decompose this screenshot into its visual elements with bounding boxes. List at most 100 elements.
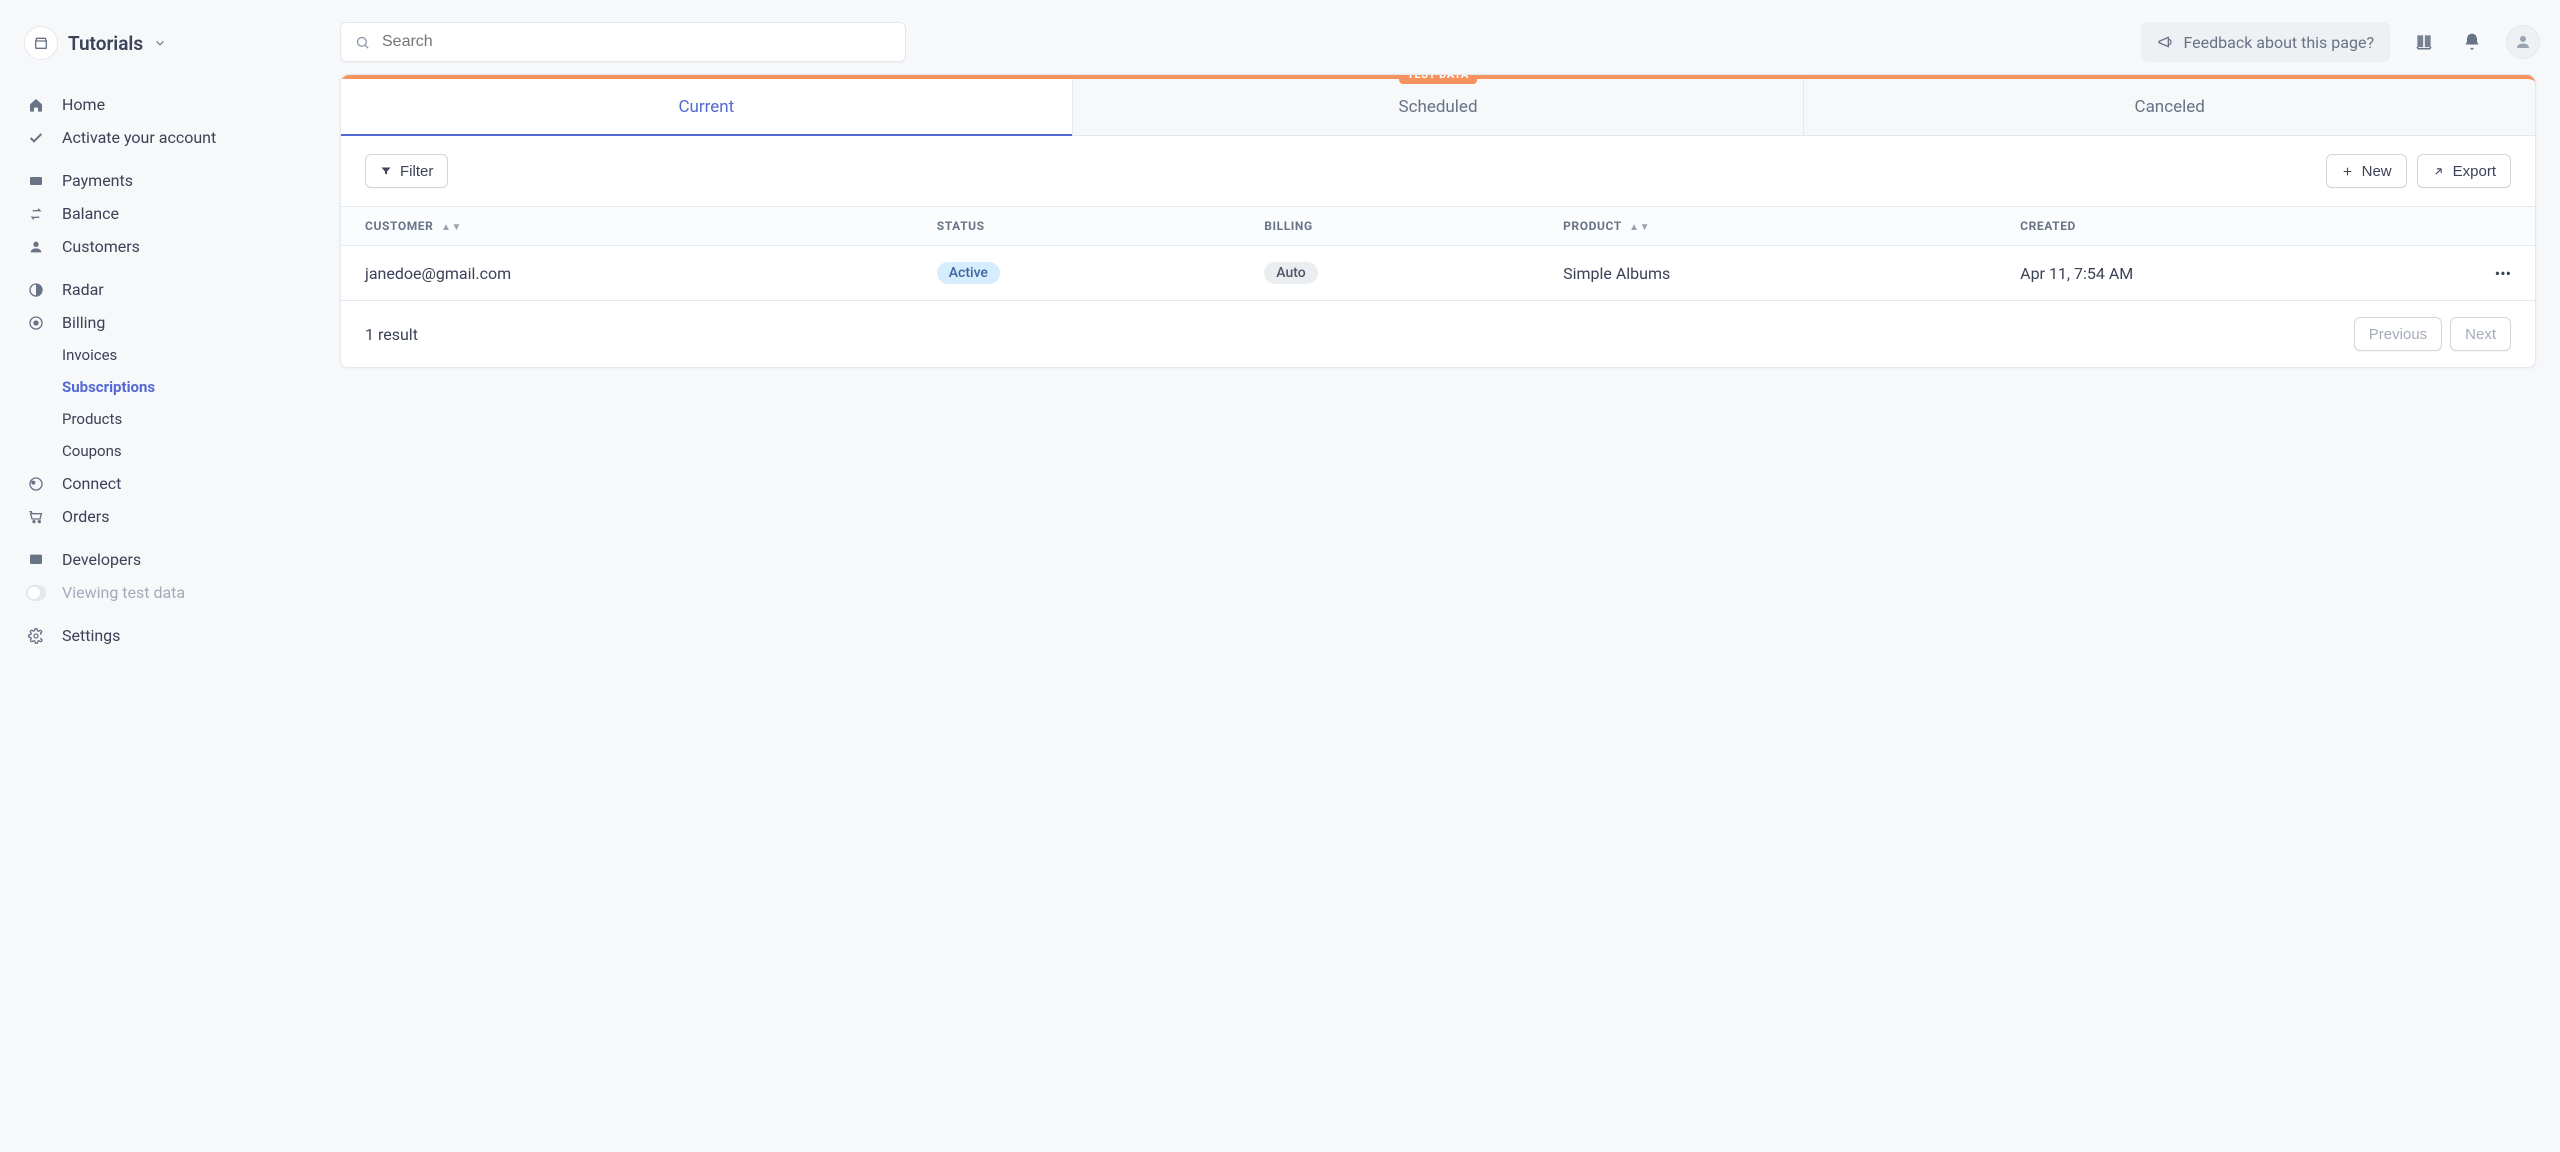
more-icon: ••• <box>2495 264 2511 283</box>
radar-icon <box>26 282 46 298</box>
sidebar-label: Radar <box>62 280 104 299</box>
subscriptions-table: CUSTOMER ▲▼ STATUS BILLING PRODUCT ▲▼ CR… <box>341 206 2535 301</box>
row-actions-button[interactable]: ••• <box>2471 246 2535 301</box>
previous-button[interactable]: Previous <box>2354 317 2442 351</box>
sidebar-label: Invoices <box>62 346 117 364</box>
header-label: PRODUCT <box>1563 219 1621 233</box>
tab-current[interactable]: Current <box>341 79 1073 135</box>
sidebar-label: Viewing test data <box>62 583 185 602</box>
cell-customer: janedoe@gmail.com <box>365 264 511 283</box>
book-icon <box>2414 32 2434 52</box>
sidebar-sub-subscriptions[interactable]: Subscriptions <box>16 371 324 403</box>
sidebar-item-settings[interactable]: Settings <box>16 619 324 652</box>
sidebar-sub-invoices[interactable]: Invoices <box>16 339 324 371</box>
gear-icon <box>26 628 46 644</box>
status-badge: Active <box>937 262 1000 284</box>
sidebar-item-radar[interactable]: Radar <box>16 273 324 306</box>
sidebar-item-connect[interactable]: Connect <box>16 467 324 500</box>
tabs: Current TEST DATA Scheduled Canceled <box>341 75 2535 136</box>
col-billing: BILLING <box>1240 207 1539 246</box>
next-button[interactable]: Next <box>2450 317 2511 351</box>
avatar-icon <box>2514 33 2532 51</box>
export-button[interactable]: Export <box>2417 154 2511 188</box>
sidebar-item-developers[interactable]: Developers <box>16 543 324 576</box>
sidebar-label: Home <box>62 95 105 114</box>
cart-icon <box>26 509 46 525</box>
notifications-button[interactable] <box>2458 28 2486 56</box>
sidebar-item-balance[interactable]: Balance <box>16 197 324 230</box>
sidebar-label: Developers <box>62 550 141 569</box>
sidebar-sub-coupons[interactable]: Coupons <box>16 435 324 467</box>
brand-switcher[interactable]: Tutorials <box>16 22 324 78</box>
transfer-icon <box>26 206 46 222</box>
chevron-down-icon <box>153 36 167 50</box>
billing-icon <box>26 315 46 331</box>
connect-icon <box>26 476 46 492</box>
user-menu[interactable] <box>2506 25 2540 59</box>
sidebar-item-home[interactable]: Home <box>16 88 324 121</box>
search-box[interactable] <box>340 22 906 62</box>
tab-label: Current <box>678 97 734 117</box>
col-product[interactable]: PRODUCT ▲▼ <box>1539 207 1996 246</box>
export-icon <box>2432 165 2445 178</box>
sidebar-item-billing[interactable]: Billing <box>16 306 324 339</box>
sort-icon: ▲▼ <box>441 222 462 233</box>
terminal-icon <box>26 552 46 568</box>
docs-button[interactable] <box>2410 28 2438 56</box>
header-label: CUSTOMER <box>365 219 433 233</box>
sidebar-label: Connect <box>62 474 121 493</box>
megaphone-icon <box>2157 34 2173 50</box>
topbar: Feedback about this page? <box>340 0 2560 74</box>
sort-icon: ▲▼ <box>1629 222 1650 233</box>
feedback-button[interactable]: Feedback about this page? <box>2141 22 2390 62</box>
sidebar-label: Orders <box>62 507 109 526</box>
sidebar-item-activate[interactable]: Activate your account <box>16 121 324 154</box>
billing-badge: Auto <box>1264 262 1317 284</box>
col-status: STATUS <box>913 207 1241 246</box>
sidebar-sub-products[interactable]: Products <box>16 403 324 435</box>
col-customer[interactable]: CUSTOMER ▲▼ <box>341 207 913 246</box>
plus-icon <box>2341 165 2354 178</box>
cell-created: Apr 11, 7:54 AM <box>2020 264 2133 283</box>
button-label: New <box>2362 163 2392 180</box>
button-label: Previous <box>2369 326 2427 343</box>
tab-label: Scheduled <box>1398 97 1477 117</box>
sidebar-label: Payments <box>62 171 133 190</box>
sidebar-label: Customers <box>62 237 140 256</box>
cell-product: Simple Albums <box>1563 264 1670 283</box>
card-footer: 1 result Previous Next <box>341 301 2535 367</box>
header-label: CREATED <box>2020 219 2076 233</box>
sidebar: Tutorials Home Activate your account Pay… <box>0 0 340 1152</box>
filter-icon <box>380 165 392 177</box>
toolbar: Filter New Export <box>341 136 2535 206</box>
sidebar-item-payments[interactable]: Payments <box>16 164 324 197</box>
sidebar-label: Activate your account <box>62 128 216 147</box>
brand-name: Tutorials <box>68 32 143 55</box>
sidebar-item-orders[interactable]: Orders <box>16 500 324 533</box>
test-data-badge: TEST DATA <box>1399 74 1477 84</box>
result-count: 1 result <box>365 325 418 344</box>
table-row[interactable]: janedoe@gmail.com Active Auto Simple Alb… <box>341 246 2535 301</box>
col-created: CREATED <box>1996 207 2471 246</box>
tab-canceled[interactable]: Canceled <box>1804 79 2535 135</box>
filter-button[interactable]: Filter <box>365 154 448 188</box>
feedback-label: Feedback about this page? <box>2183 33 2374 52</box>
sidebar-label: Settings <box>62 626 120 645</box>
subscriptions-card: Current TEST DATA Scheduled Canceled Fil… <box>340 74 2536 368</box>
sidebar-label: Products <box>62 410 122 428</box>
sidebar-item-test-data-toggle[interactable]: Viewing test data <box>16 576 324 609</box>
toggle-icon <box>26 585 46 601</box>
sidebar-item-customers[interactable]: Customers <box>16 230 324 263</box>
search-icon <box>355 35 370 50</box>
sidebar-label: Subscriptions <box>62 378 155 396</box>
wallet-icon <box>26 173 46 189</box>
new-button[interactable]: New <box>2326 154 2407 188</box>
check-icon <box>26 130 46 146</box>
header-label: BILLING <box>1264 219 1313 233</box>
search-input[interactable] <box>380 32 891 52</box>
tab-scheduled[interactable]: TEST DATA Scheduled <box>1073 79 1805 135</box>
button-label: Next <box>2465 326 2496 343</box>
user-icon <box>26 239 46 255</box>
button-label: Export <box>2453 163 2496 180</box>
home-icon <box>26 97 46 113</box>
